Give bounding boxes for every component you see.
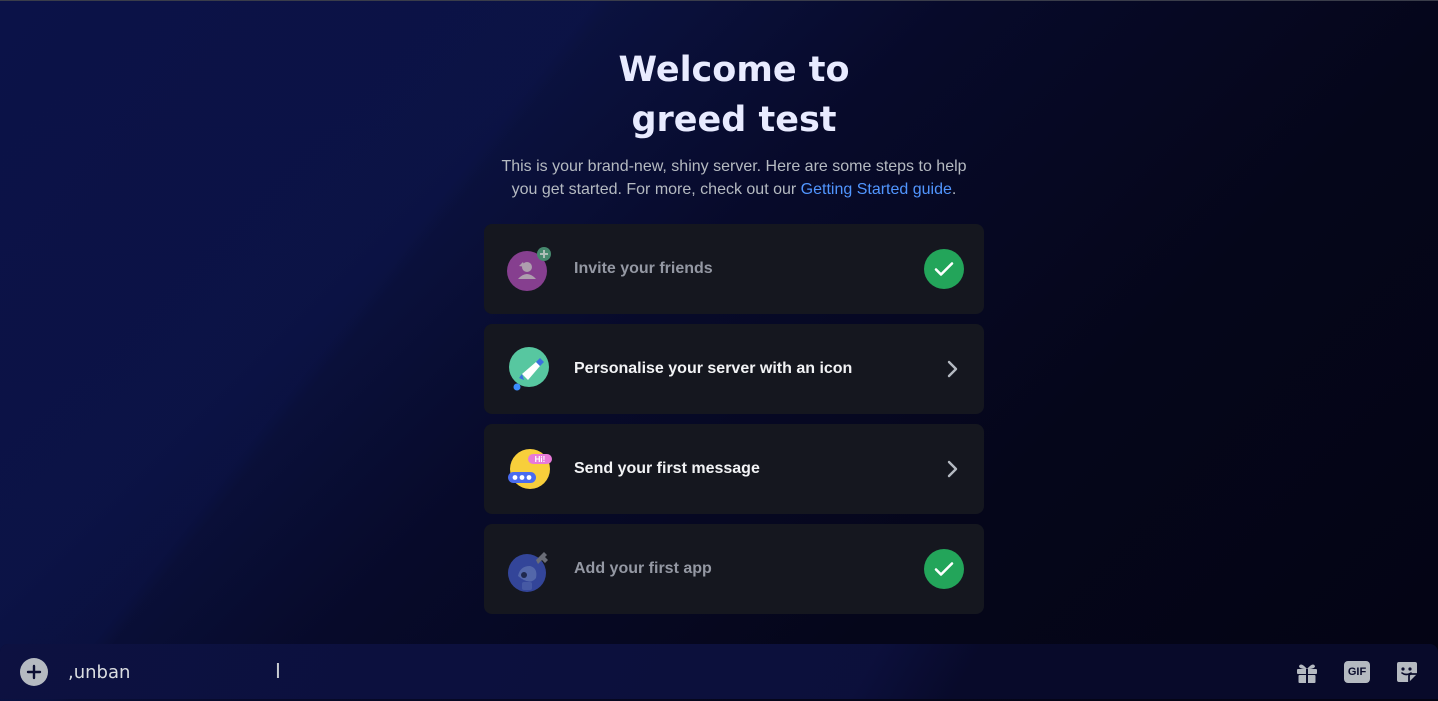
checklist-item-personalise-icon[interactable]: Personalise your server with an icon bbox=[484, 324, 984, 414]
welcome-title-line2: greed test bbox=[631, 100, 837, 140]
welcome-subtitle: This is your brand-new, shiny server. He… bbox=[489, 155, 979, 201]
gif-label: GIF bbox=[1344, 661, 1370, 683]
chevron-right-icon bbox=[942, 458, 964, 480]
checklist-item-label: Add your first app bbox=[574, 560, 712, 577]
gift-icon[interactable] bbox=[1293, 658, 1321, 686]
message-composer: I GIF bbox=[0, 644, 1438, 699]
paint-brush-icon bbox=[506, 346, 552, 392]
check-icon bbox=[924, 249, 964, 289]
getting-started-guide-link[interactable]: Getting Started guide bbox=[801, 181, 952, 198]
checklist-item-send-message[interactable]: Hi! Send your first message bbox=[484, 424, 984, 514]
chevron-right-icon bbox=[942, 358, 964, 380]
hi-badge-text: Hi! bbox=[535, 455, 546, 464]
chat-bubble-icon: Hi! bbox=[506, 446, 552, 492]
robot-app-icon bbox=[506, 546, 552, 592]
checklist-item-label: Send your first message bbox=[574, 460, 760, 477]
sticker-icon[interactable] bbox=[1393, 658, 1421, 686]
checklist-item-add-app[interactable]: Add your first app bbox=[484, 524, 984, 614]
checklist-item-invite-friends[interactable]: Invite your friends bbox=[484, 224, 984, 314]
completed-check bbox=[924, 549, 964, 589]
onboarding-checklist: Invite your friends Personalise your ser… bbox=[484, 224, 984, 624]
server-welcome-screen: Welcome to greed test This is your brand… bbox=[0, 0, 1438, 701]
add-attachment-icon[interactable] bbox=[20, 658, 48, 686]
checklist-item-label: Invite your friends bbox=[574, 260, 713, 277]
welcome-title: Welcome to greed test bbox=[484, 45, 984, 145]
check-icon bbox=[924, 549, 964, 589]
welcome-header: Welcome to greed test This is your brand… bbox=[484, 45, 984, 201]
checklist-item-label: Personalise your server with an icon bbox=[574, 360, 853, 377]
completed-check bbox=[924, 249, 964, 289]
gif-icon[interactable]: GIF bbox=[1343, 658, 1371, 686]
welcome-subtitle-end: . bbox=[951, 181, 957, 198]
invite-friends-icon bbox=[506, 246, 552, 292]
message-input[interactable] bbox=[68, 658, 1268, 686]
welcome-title-line1: Welcome to bbox=[618, 50, 850, 90]
text-cursor-icon: I bbox=[275, 659, 281, 683]
